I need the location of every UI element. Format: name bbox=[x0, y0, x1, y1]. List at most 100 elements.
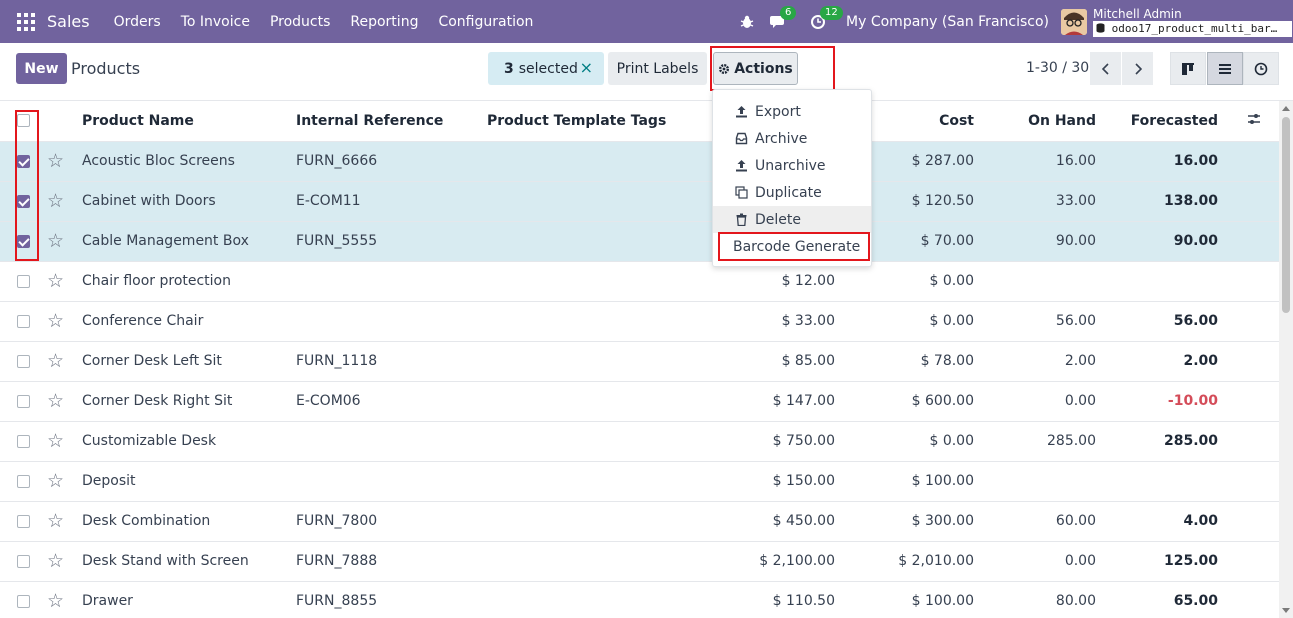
star-icon[interactable]: ☆ bbox=[47, 230, 64, 252]
scroll-up-arrow[interactable] bbox=[1282, 106, 1290, 111]
list-icon bbox=[1219, 63, 1231, 74]
cell-template-tags bbox=[487, 261, 712, 302]
bug-icon[interactable] bbox=[740, 15, 754, 29]
table-row[interactable]: ☆ Customizable Desk $ 750.00 $ 0.00 285.00 28… bbox=[0, 421, 1279, 462]
column-forecasted[interactable]: Forecasted bbox=[1096, 101, 1218, 142]
table-row[interactable]: ☆ Corner Desk Left Sit FURN_1118 $ 85.00 $ 7… bbox=[0, 341, 1279, 382]
vertical-scrollbar[interactable] bbox=[1279, 101, 1293, 618]
cell-sales-price: $ 33.00 bbox=[712, 301, 835, 342]
star-header bbox=[42, 101, 82, 142]
row-checkbox[interactable] bbox=[17, 514, 30, 528]
table-row[interactable]: ☆ Corner Desk Right Sit E-COM06 $ 147.00 $ 6… bbox=[0, 381, 1279, 422]
row-checkbox[interactable] bbox=[17, 474, 30, 488]
activities-icon[interactable]: 12 bbox=[810, 5, 843, 30]
table-row[interactable]: ☆ Desk Combination FURN_7800 $ 450.00 $ 300.… bbox=[0, 501, 1279, 542]
cell-forecasted: 285.00 bbox=[1096, 421, 1218, 462]
messages-icon[interactable]: 6 bbox=[770, 5, 797, 30]
new-button[interactable]: New bbox=[16, 53, 67, 84]
cell-on-hand: 56.00 bbox=[974, 301, 1096, 342]
action-delete-label: Delete bbox=[755, 211, 801, 228]
star-icon[interactable]: ☆ bbox=[47, 150, 64, 172]
cell-internal-reference: E-COM11 bbox=[296, 181, 487, 222]
row-checkbox[interactable] bbox=[17, 314, 30, 328]
cell-internal-reference bbox=[296, 421, 487, 462]
scroll-down-arrow[interactable] bbox=[1282, 608, 1290, 613]
cell-on-hand: 60.00 bbox=[974, 501, 1096, 542]
action-archive[interactable]: Archive bbox=[713, 125, 871, 152]
cell-internal-reference: FURN_7888 bbox=[296, 541, 487, 582]
messages-badge: 6 bbox=[780, 5, 797, 20]
table-row[interactable]: ☆ Chair floor protection $ 12.00 $ 0.00 bbox=[0, 261, 1279, 302]
table-row[interactable]: ☆ Cable Management Box FURN_5555 $ 70.00 90.… bbox=[0, 221, 1279, 262]
star-icon[interactable]: ☆ bbox=[47, 550, 64, 572]
app-name[interactable]: Sales bbox=[47, 12, 90, 31]
row-checkbox[interactable] bbox=[17, 554, 30, 568]
row-checkbox[interactable] bbox=[17, 594, 30, 608]
upload-icon bbox=[736, 106, 747, 118]
table-row[interactable]: ☆ Drawer FURN_8855 $ 110.50 $ 100.00 80.00 65.… bbox=[0, 581, 1279, 618]
menu-products[interactable]: Products bbox=[260, 14, 340, 30]
cell-template-tags bbox=[487, 501, 712, 542]
menu-to-invoice[interactable]: To Invoice bbox=[171, 14, 260, 30]
cell-cost: $ 0.00 bbox=[835, 261, 974, 302]
row-checkbox[interactable] bbox=[17, 354, 30, 368]
pager-next-button[interactable] bbox=[1122, 52, 1153, 85]
menu-orders[interactable]: Orders bbox=[104, 14, 171, 30]
cell-internal-reference: FURN_8855 bbox=[296, 581, 487, 618]
company-switcher[interactable]: My Company (San Francisco) bbox=[846, 14, 1049, 30]
star-icon[interactable]: ☆ bbox=[47, 510, 64, 532]
scroll-thumb[interactable] bbox=[1282, 117, 1290, 313]
column-on-hand[interactable]: On Hand bbox=[974, 101, 1096, 142]
app-grid-icon[interactable] bbox=[17, 12, 35, 31]
action-unarchive[interactable]: Unarchive bbox=[713, 152, 871, 179]
column-internal-reference[interactable]: Internal Reference bbox=[296, 101, 487, 142]
star-icon[interactable]: ☆ bbox=[47, 470, 64, 492]
avatar[interactable] bbox=[1061, 8, 1087, 35]
cell-on-hand: 33.00 bbox=[974, 181, 1096, 222]
product-table: Product Name Internal Reference Product … bbox=[0, 101, 1279, 618]
table-row[interactable]: ☆ Cabinet with Doors E-COM11 $ 120.50 33.00 1… bbox=[0, 181, 1279, 222]
star-icon[interactable]: ☆ bbox=[47, 310, 64, 332]
table-row[interactable]: ☆ Deposit $ 150.00 $ 100.00 bbox=[0, 461, 1279, 502]
star-icon[interactable]: ☆ bbox=[47, 390, 64, 412]
list-view-button[interactable] bbox=[1207, 52, 1243, 85]
menu-configuration[interactable]: Configuration bbox=[428, 14, 543, 30]
action-duplicate[interactable]: Duplicate bbox=[713, 179, 871, 206]
row-select-cell bbox=[0, 541, 42, 582]
star-icon[interactable]: ☆ bbox=[47, 270, 64, 292]
kanban-view-button[interactable] bbox=[1170, 52, 1206, 85]
cell-cost: $ 100.00 bbox=[835, 581, 974, 618]
action-export[interactable]: Export bbox=[713, 98, 871, 125]
cell-internal-reference: FURN_6666 bbox=[296, 141, 487, 182]
selected-label: selected bbox=[518, 60, 578, 77]
star-icon[interactable]: ☆ bbox=[47, 430, 64, 452]
optional-columns-icon[interactable] bbox=[1247, 112, 1261, 126]
star-icon[interactable]: ☆ bbox=[47, 590, 64, 612]
cell-on-hand bbox=[974, 261, 1096, 302]
row-checkbox[interactable] bbox=[17, 434, 30, 448]
top-navbar: Sales Orders To Invoice Products Reporti… bbox=[0, 0, 1293, 43]
table-row[interactable]: ☆ Conference Chair $ 33.00 $ 0.00 56.00 56.00 bbox=[0, 301, 1279, 342]
activity-view-button[interactable] bbox=[1243, 52, 1279, 85]
row-favorite-cell: ☆ bbox=[42, 221, 82, 262]
cell-cost: $ 600.00 bbox=[835, 381, 974, 422]
cell-forecasted: 16.00 bbox=[1096, 141, 1218, 182]
cell-forecasted: 65.00 bbox=[1096, 581, 1218, 618]
pager-value[interactable]: 1-30 / 30 bbox=[1026, 60, 1089, 76]
print-labels-button[interactable]: Print Labels bbox=[608, 52, 707, 85]
row-checkbox[interactable] bbox=[17, 394, 30, 408]
table-row[interactable]: ☆ Acoustic Bloc Screens FURN_6666 $ 287.00 1… bbox=[0, 141, 1279, 182]
row-favorite-cell: ☆ bbox=[42, 301, 82, 342]
menu-reporting[interactable]: Reporting bbox=[340, 14, 428, 30]
row-checkbox[interactable] bbox=[17, 274, 30, 288]
clear-selection-icon[interactable]: × bbox=[580, 58, 593, 77]
user-menu[interactable]: Mitchell Admin odoo17_product_multi_bar… bbox=[1093, 7, 1293, 37]
pager-previous-button[interactable] bbox=[1090, 52, 1121, 85]
column-product-name[interactable]: Product Name bbox=[82, 101, 296, 142]
column-template-tags[interactable]: Product Template Tags bbox=[487, 101, 712, 142]
row-select-cell bbox=[0, 261, 42, 302]
action-delete[interactable]: Delete bbox=[713, 206, 871, 233]
star-icon[interactable]: ☆ bbox=[47, 190, 64, 212]
table-row[interactable]: ☆ Desk Stand with Screen FURN_7888 $ 2,100.… bbox=[0, 541, 1279, 582]
star-icon[interactable]: ☆ bbox=[47, 350, 64, 372]
